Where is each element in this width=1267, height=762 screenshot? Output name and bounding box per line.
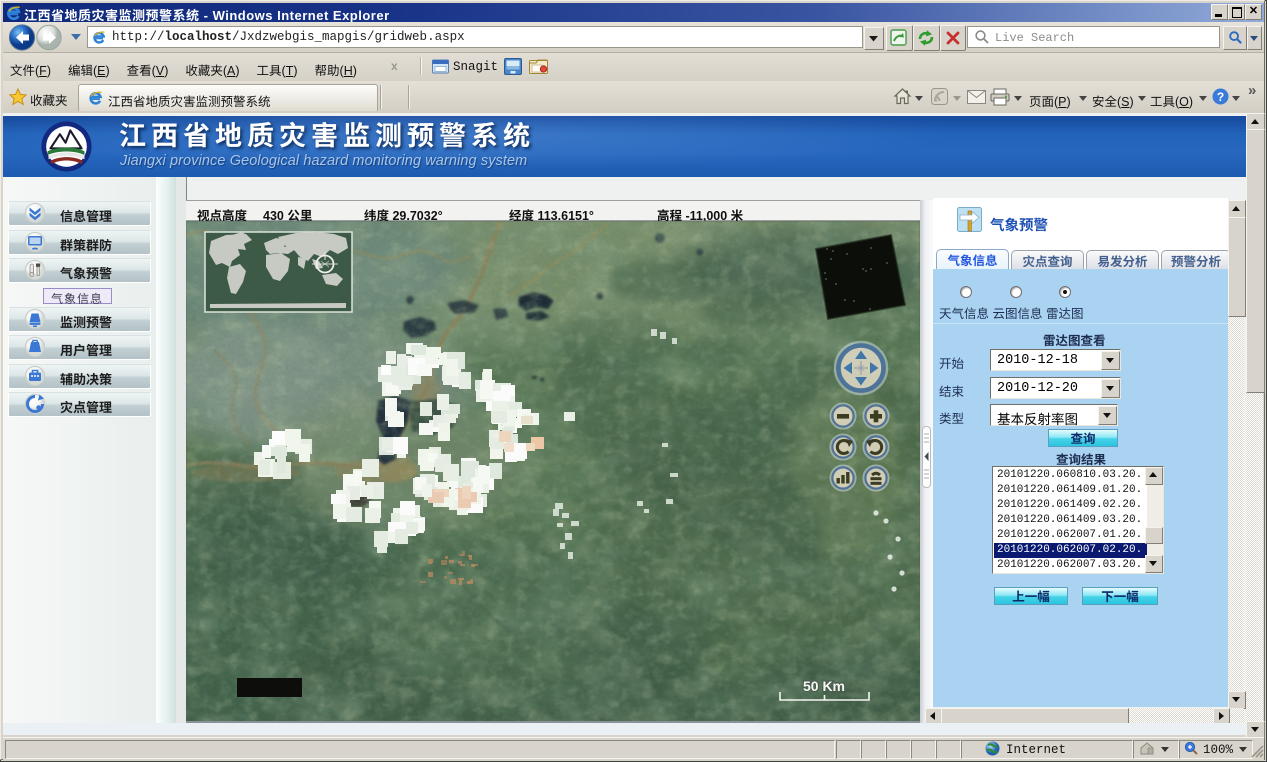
svg-text:50 Km: 50 Km <box>803 678 845 694</box>
svg-text:?: ? <box>1217 90 1224 104</box>
